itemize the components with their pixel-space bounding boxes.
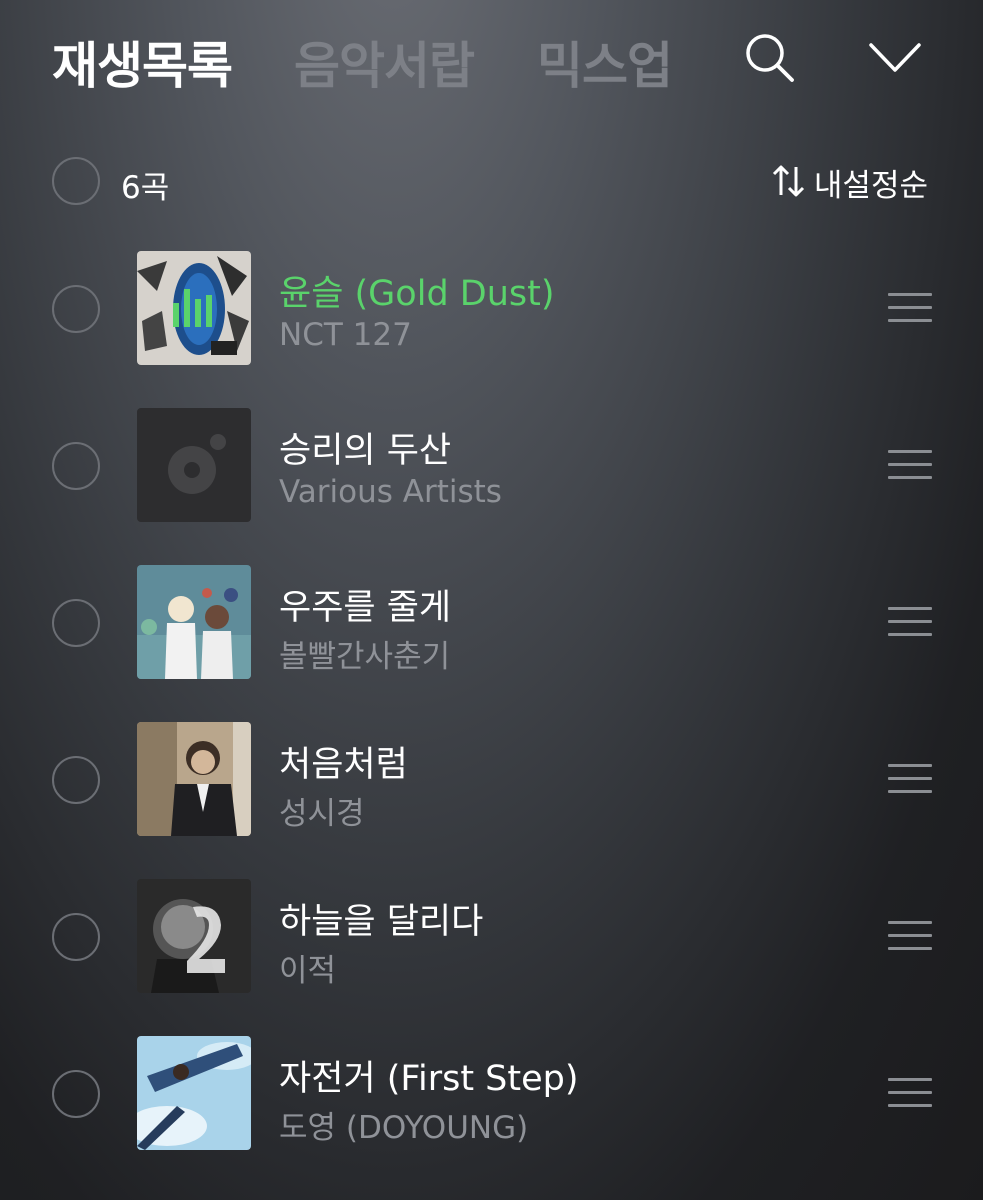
song-row[interactable]: 윤슬 (Gold Dust) NCT 127: [0, 251, 983, 408]
song-title[interactable]: 윤슬 (Gold Dust): [279, 265, 555, 316]
song-row[interactable]: 처음처럼 성시경: [0, 722, 983, 879]
song-row[interactable]: 승리의 두산 Various Artists: [0, 408, 983, 565]
drag-handle-icon[interactable]: [888, 1078, 932, 1108]
drag-handle-icon[interactable]: [888, 764, 932, 794]
song-artist[interactable]: NCT 127: [279, 317, 412, 353]
song-select-checkbox[interactable]: [52, 442, 100, 490]
song-title[interactable]: 하늘을 달리다: [279, 893, 483, 944]
drag-handle-icon[interactable]: [888, 607, 932, 637]
song-select-checkbox[interactable]: [52, 756, 100, 804]
drag-handle-icon[interactable]: [888, 921, 932, 951]
album-art-placeholder[interactable]: [137, 408, 251, 522]
drag-handle-icon[interactable]: [888, 293, 932, 323]
song-count: 6곡: [121, 170, 170, 206]
sort-button[interactable]: 내설정순: [770, 160, 928, 205]
drag-handle-icon[interactable]: [888, 450, 932, 480]
tab-playlist[interactable]: 재생목록: [52, 26, 233, 98]
song-title[interactable]: 자전거 (First Step): [279, 1050, 579, 1101]
sort-label: 내설정순: [813, 168, 928, 204]
song-row[interactable]: 하늘을 달리다 이적: [0, 879, 983, 1036]
song-artist[interactable]: 이적: [279, 945, 336, 990]
album-art[interactable]: [137, 565, 251, 679]
song-artist[interactable]: Various Artists: [279, 474, 502, 510]
song-row[interactable]: 자전거 (First Step) 도영 (DOYOUNG): [0, 1036, 983, 1193]
song-select-checkbox[interactable]: [52, 285, 100, 333]
song-artist[interactable]: 볼빨간사춘기: [279, 631, 450, 676]
album-art[interactable]: [137, 879, 251, 993]
top-bar: 재생목록 음악서랍 믹스업: [0, 0, 983, 120]
album-art[interactable]: [137, 722, 251, 836]
search-icon[interactable]: [744, 32, 796, 84]
select-all-checkbox[interactable]: [52, 157, 100, 205]
tab-music-drawer[interactable]: 음악서랍: [294, 26, 475, 98]
song-select-checkbox[interactable]: [52, 599, 100, 647]
album-art[interactable]: [137, 1036, 251, 1150]
song-select-checkbox[interactable]: [52, 913, 100, 961]
song-title[interactable]: 처음처럼: [279, 736, 408, 787]
song-artist[interactable]: 도영 (DOYOUNG): [279, 1102, 528, 1147]
album-art[interactable]: [137, 251, 251, 365]
song-title[interactable]: 우주를 줄게: [279, 579, 451, 630]
song-artist[interactable]: 성시경: [279, 788, 365, 833]
song-row[interactable]: 우주를 줄게 볼빨간사춘기: [0, 565, 983, 722]
tab-mixup[interactable]: 믹스업: [537, 26, 673, 98]
song-title[interactable]: 승리의 두산: [279, 422, 451, 473]
song-select-checkbox[interactable]: [52, 1070, 100, 1118]
chevron-down-icon[interactable]: [868, 40, 922, 76]
sort-arrows-icon: [770, 163, 806, 203]
